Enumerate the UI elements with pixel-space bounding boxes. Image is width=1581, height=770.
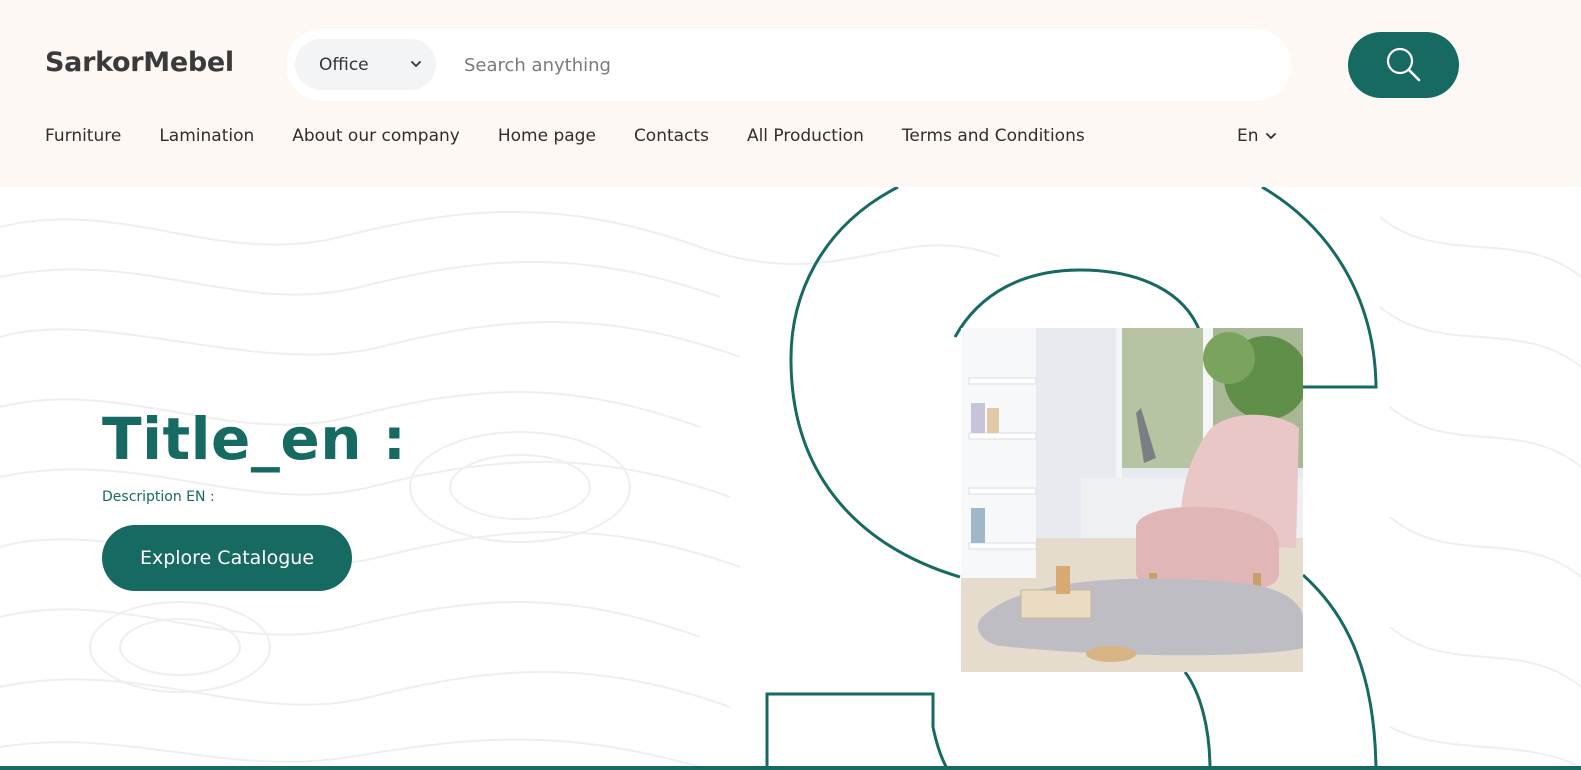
search-input[interactable] <box>464 45 1254 85</box>
hero-description: Description EN : <box>102 489 215 505</box>
decorative-outline <box>765 187 1378 770</box>
chevron-down-icon <box>1265 133 1276 139</box>
nav-item-contacts[interactable]: Contacts <box>634 126 709 146</box>
nav-item-lamination[interactable]: Lamination <box>159 126 254 146</box>
chevron-down-icon <box>411 61 421 67</box>
explore-catalogue-button[interactable]: Explore Catalogue <box>102 525 352 591</box>
nav-item-home[interactable]: Home page <box>498 126 596 146</box>
category-select[interactable]: Office <box>295 39 436 90</box>
category-select-value: Office <box>319 54 369 75</box>
hero-title: Title_en : <box>102 405 407 473</box>
search-icon <box>1386 47 1420 82</box>
language-select[interactable]: En <box>1237 121 1277 151</box>
search-button[interactable] <box>1348 32 1459 98</box>
nav-item-about[interactable]: About our company <box>292 126 460 146</box>
search-bar: Office <box>286 29 1291 101</box>
bottom-accent-line <box>0 766 1581 770</box>
language-label: En <box>1237 126 1259 146</box>
logo[interactable]: SarkorMebel <box>45 47 234 78</box>
nav-item-furniture[interactable]: Furniture <box>45 126 121 146</box>
hero-section: Title_en : Description EN : Explore Cata… <box>0 187 1581 770</box>
nav-item-terms[interactable]: Terms and Conditions <box>902 126 1085 146</box>
product-image <box>961 328 1303 672</box>
site-header: SarkorMebel Office Furniture Lamination … <box>0 0 1581 187</box>
nav-item-all-production[interactable]: All Production <box>747 126 864 146</box>
main-nav: Furniture Lamination About our company H… <box>45 121 1123 151</box>
